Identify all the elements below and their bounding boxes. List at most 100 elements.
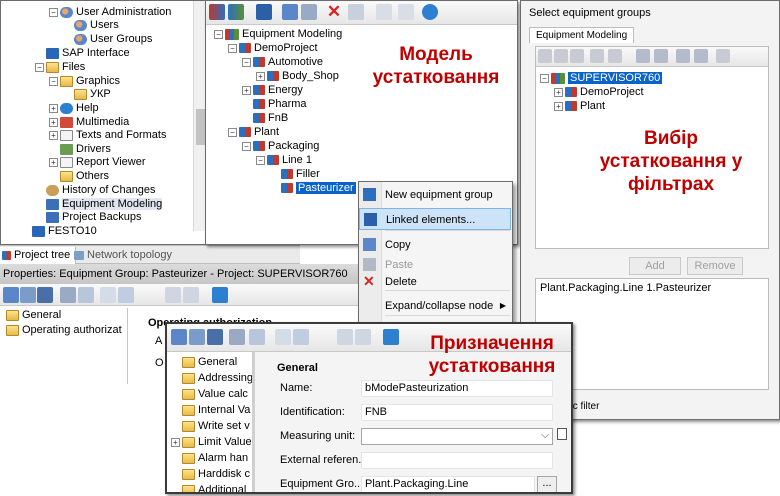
- expand-icon[interactable]: +: [49, 103, 58, 113]
- link-icon[interactable]: [256, 4, 272, 20]
- assign-category-item[interactable]: Alarm han: [171, 451, 248, 465]
- scroll-thumb[interactable]: [196, 109, 205, 145]
- field-select-icon[interactable]: [118, 287, 134, 303]
- tree-item[interactable]: FnB: [242, 111, 288, 125]
- expand-icon[interactable]: +: [49, 130, 58, 140]
- tree-item[interactable]: SAP Interface: [35, 46, 130, 60]
- tree-item[interactable]: Users: [63, 18, 119, 32]
- list-icon[interactable]: [189, 329, 205, 345]
- equipment-group-field[interactable]: Plant.Packaging.Line 1.Pasteurizer: [361, 476, 535, 492]
- tree-item[interactable]: + Help: [49, 101, 99, 115]
- favorite-icon[interactable]: [60, 287, 76, 303]
- tree-item[interactable]: History of Changes: [35, 183, 156, 197]
- selected-group-item[interactable]: Plant.Packaging.Line 1.Pasteurizer: [540, 282, 711, 294]
- context-menu-item[interactable]: Expand/collapse node ▶: [359, 295, 511, 317]
- align-icon[interactable]: [337, 329, 353, 345]
- align2-icon[interactable]: [183, 287, 199, 303]
- columns-icon[interactable]: [249, 329, 265, 345]
- tree-item[interactable]: + Plant: [554, 99, 605, 113]
- collapse-icon[interactable]: −: [49, 7, 58, 17]
- paste-icon[interactable]: [301, 4, 317, 20]
- tree-item[interactable]: − Plant: [228, 125, 279, 139]
- view-icon[interactable]: [3, 287, 19, 303]
- tree-item[interactable]: Pharma: [242, 97, 307, 111]
- tree-item[interactable]: Drivers: [49, 142, 111, 156]
- warning-icon[interactable]: [716, 49, 730, 63]
- tree-item[interactable]: − Graphics: [49, 74, 120, 88]
- tree-item[interactable]: − User Administration: [49, 5, 171, 19]
- assign-category-item[interactable]: General: [171, 355, 237, 369]
- identification-field[interactable]: FNB: [361, 404, 553, 421]
- tree-item[interactable]: + Body_Shop: [256, 69, 339, 83]
- export-icon[interactable]: [376, 4, 392, 20]
- properties-item-general[interactable]: General: [6, 309, 61, 321]
- paste-icon[interactable]: [608, 49, 622, 63]
- expand-icon[interactable]: +: [554, 101, 563, 111]
- align3-icon[interactable]: [676, 49, 690, 63]
- assign-category-item[interactable]: Internal Va: [171, 403, 250, 417]
- list-icon[interactable]: [20, 287, 36, 303]
- tree-item[interactable]: + Texts and Formats: [49, 128, 166, 142]
- context-menu-item[interactable]: Copy: [359, 234, 511, 256]
- tree-item[interactable]: FESTO10: [21, 224, 97, 238]
- collapse-icon[interactable]: −: [540, 73, 549, 83]
- tree-item[interactable]: Filler: [270, 167, 320, 181]
- field-icon[interactable]: [275, 329, 291, 345]
- tree-item[interactable]: Project Backups: [35, 210, 141, 224]
- assign-category-item[interactable]: Write set v: [171, 419, 250, 433]
- add-button[interactable]: Add: [629, 257, 681, 275]
- tree-item[interactable]: − SUPERVISOR760: [540, 71, 663, 85]
- unit-link-icon[interactable]: [557, 428, 567, 440]
- dialog-tab-equipment-modeling[interactable]: Equipment Modeling: [529, 27, 635, 43]
- copy-icon[interactable]: [590, 49, 604, 63]
- tree-item[interactable]: − Automotive: [242, 55, 323, 69]
- tab-network-topology[interactable]: Network topology: [70, 247, 176, 264]
- tree-item[interactable]: − Equipment Modeling: [214, 27, 342, 41]
- collapse-icon[interactable]: −: [35, 62, 44, 72]
- align2-icon[interactable]: [355, 329, 371, 345]
- tree-item[interactable]: Equipment Modeling: [35, 197, 163, 211]
- tree-item[interactable]: User Groups: [63, 32, 152, 46]
- new-group-icon[interactable]: [538, 49, 552, 63]
- new-group-icon[interactable]: [209, 4, 225, 20]
- import-icon[interactable]: [398, 4, 414, 20]
- align-icon[interactable]: [636, 49, 650, 63]
- align4-icon[interactable]: [694, 49, 708, 63]
- name-field[interactable]: bModePasteurization: [361, 380, 553, 397]
- context-menu-item[interactable]: Linked elements...: [359, 208, 511, 230]
- new-element-icon[interactable]: [228, 4, 244, 20]
- expand-icon[interactable]: +: [49, 117, 58, 127]
- field-icon[interactable]: [100, 287, 116, 303]
- collapse-icon[interactable]: −: [242, 141, 251, 151]
- tree-item[interactable]: − Files: [35, 60, 85, 74]
- assign-category-item[interactable]: Additional: [171, 483, 246, 492]
- grid-icon[interactable]: [207, 329, 223, 345]
- external-reference-field[interactable]: [361, 452, 553, 469]
- tree-item[interactable]: Pasteurizer: [270, 181, 356, 195]
- grid-icon[interactable]: [37, 287, 53, 303]
- remove-button[interactable]: Remove: [687, 257, 743, 275]
- help-icon[interactable]: [422, 4, 438, 20]
- assign-category-item[interactable]: + Limit Value: [171, 435, 252, 449]
- columns-icon[interactable]: [78, 287, 94, 303]
- collapse-icon[interactable]: −: [228, 127, 237, 137]
- expand-icon[interactable]: +: [171, 437, 180, 447]
- collapse-icon[interactable]: −: [228, 43, 237, 53]
- field-select-icon[interactable]: [293, 329, 309, 345]
- expand-icon[interactable]: +: [554, 87, 563, 97]
- tab-project-tree[interactable]: Project tree: [0, 247, 77, 264]
- tree-item[interactable]: − DemoProject: [228, 41, 318, 55]
- new-element-icon[interactable]: [554, 49, 568, 63]
- delete-icon[interactable]: ✕: [326, 3, 342, 20]
- collapse-icon[interactable]: −: [214, 29, 223, 39]
- assign-category-item[interactable]: Value calc: [171, 387, 248, 401]
- assign-category-item[interactable]: Harddisk c: [171, 467, 250, 481]
- context-menu-item[interactable]: New equipment group: [359, 184, 511, 206]
- tree-item[interactable]: УКР: [63, 87, 111, 101]
- tree-item[interactable]: − Packaging: [242, 139, 319, 153]
- view-icon[interactable]: [171, 329, 187, 345]
- expand-icon[interactable]: [348, 4, 364, 20]
- copy-icon[interactable]: [282, 4, 298, 20]
- measuring-unit-select[interactable]: [361, 428, 553, 445]
- collapse-icon[interactable]: −: [49, 76, 58, 86]
